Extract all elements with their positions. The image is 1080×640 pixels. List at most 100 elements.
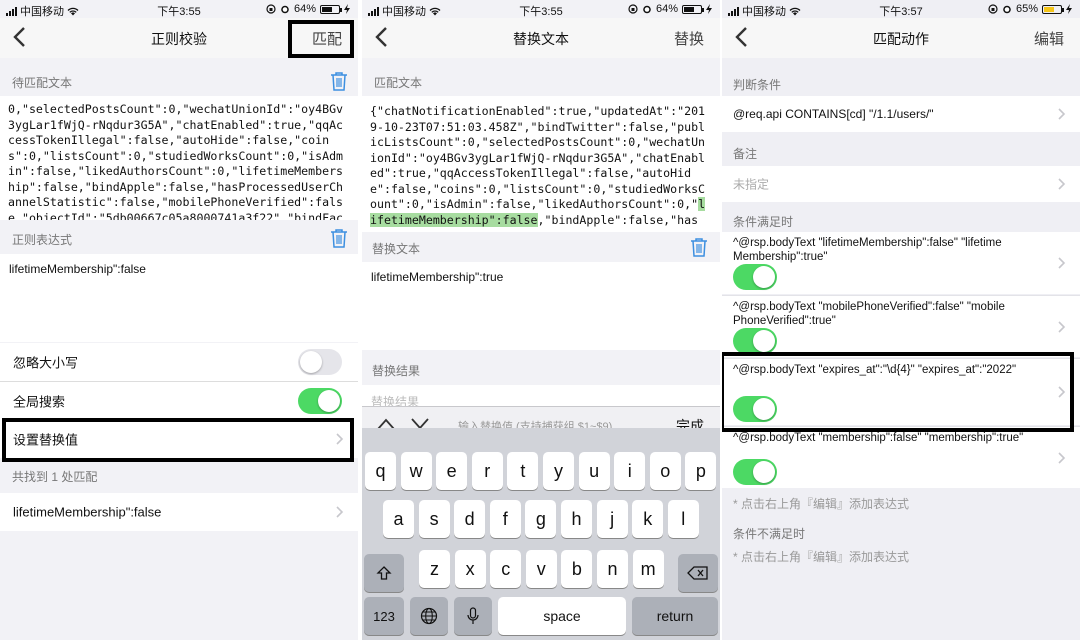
lock-rotation-icon [988,4,998,14]
rule-row[interactable]: ^@rsp.bodyText "mobilePhoneVerified":fal… [722,295,1080,357]
key-b[interactable]: b [561,550,593,588]
condition-value: @req.api CONTAINS[cd] "/1.1/users/" [733,107,934,121]
globe-icon [420,607,438,625]
shift-key[interactable] [364,554,404,592]
key-v[interactable]: v [525,550,557,588]
chevron-right-icon [1058,257,1066,269]
key-r[interactable]: r [471,452,503,490]
key-f[interactable]: f [489,500,521,538]
key-h[interactable]: h [561,500,592,538]
highlight-frame [722,352,1074,432]
key-s[interactable]: s [418,500,450,538]
rule-toggle[interactable] [733,264,777,290]
ignore-case-label: 忽略大小写 [13,355,79,371]
lock-rotation-icon [266,4,276,14]
charging-icon [1066,4,1072,14]
key-w[interactable]: w [400,452,432,490]
note-value: 未指定 [733,177,770,192]
return-key[interactable]: return [632,597,718,635]
key-x[interactable]: x [454,550,486,588]
delete-key[interactable] [678,554,718,592]
page-title: 替换文本 [513,31,569,47]
key-g[interactable]: g [525,500,557,538]
key-m[interactable]: m [632,550,664,588]
key-u[interactable]: u [578,452,610,490]
trash-icon[interactable] [690,237,708,257]
key-t[interactable]: t [507,452,539,490]
key-e[interactable]: e [436,452,468,490]
charging-icon [706,4,712,14]
match-result-text: lifetimeMembership":false [13,504,162,520]
match-result-row[interactable]: lifetimeMembership":false [0,493,358,531]
lock-rotation-icon [628,4,638,14]
key-d[interactable]: d [454,500,486,538]
key-j[interactable]: j [596,500,628,538]
section-label-replace: 替换文本 [372,242,421,256]
charging-icon [344,4,350,14]
rule-expression: ^@rsp.bodyText "membership":false" "memb… [733,432,1024,444]
key-p[interactable]: p [685,452,717,490]
key-a[interactable]: a [383,500,414,538]
global-search-toggle[interactable] [298,388,342,414]
rule-expression: ^@rsp.bodyText "lifetimeMembership":fals… [733,237,1002,263]
replace-input[interactable]: lifetimeMembership":true [362,262,720,350]
alarm-icon [643,5,651,14]
text-after: ,"bindApple":false,"has [537,212,699,227]
section-label-unsatisfied: 条件不满足时 [733,527,806,541]
matched-text[interactable]: {"chatNotificationEnabled":true,"updated… [362,96,720,232]
replace-text-screen: 中国移动 下午3:55 64% 替换文本 替换 匹配文本 {"chatNotif… [362,0,720,640]
key-y[interactable]: y [543,452,574,490]
chevron-right-icon [1058,108,1066,120]
edit-button[interactable]: 编辑 [1034,28,1064,49]
text-to-match[interactable]: 0,"selectedPostsCount":0,"wechatUnionId"… [0,96,358,220]
numbers-key[interactable]: 123 [364,597,404,635]
ignore-case-toggle[interactable] [298,349,342,375]
match-action-screen: 中国移动 下午3:57 65% 匹配动作 编辑 判断条件 @req.api CO… [722,0,1080,640]
status-bar: 中国移动 下午3:55 64% [362,0,720,18]
ignore-case-row: 忽略大小写 [0,343,358,382]
highlight-frame [288,20,354,58]
globe-key[interactable] [410,597,448,635]
highlight-frame [2,418,354,462]
text-before: {"chatNotificationEnabled":true,"updated… [370,104,706,211]
key-q[interactable]: q [365,452,396,490]
alarm-icon [1003,5,1011,14]
key-z[interactable]: z [419,550,450,588]
key-l[interactable]: l [667,500,699,538]
chevron-right-icon [336,506,344,518]
match-count-label: 共找到 1 处匹配 [12,470,98,484]
condition-row[interactable]: @req.api CONTAINS[cd] "/1.1/users/" [722,96,1080,132]
mic-key[interactable] [454,597,492,635]
regex-input[interactable]: lifetimeMembership":false [0,254,358,342]
chevron-right-icon [1058,178,1066,190]
section-label-match-text: 匹配文本 [374,76,423,90]
section-label-condition: 判断条件 [733,78,782,92]
global-search-row: 全局搜索 [0,382,358,420]
microphone-icon [467,607,479,624]
key-k[interactable]: k [632,500,664,538]
regex-check-screen: 中国移动 下午3:55 64% 正则校验 匹配 待匹配文本 0,"selecte… [0,0,358,640]
replace-button[interactable]: 替换 [674,28,704,49]
global-search-label: 全局搜索 [13,394,66,410]
key-o[interactable]: o [649,452,681,490]
rule-row[interactable]: ^@rsp.bodyText "membership":false" "memb… [722,426,1080,488]
battery-percent: 65% [1015,3,1038,15]
rule-row[interactable]: ^@rsp.bodyText "lifetimeMembership":fals… [722,232,1080,294]
note-row[interactable]: 未指定 [722,166,1080,202]
keyboard: qwertyuiop asdfghjkl zxcvbnm 123 space r… [362,428,720,640]
key-c[interactable]: c [490,550,522,588]
battery-icon [320,4,342,14]
battery-percent: 64% [655,3,678,15]
section-label-text: 待匹配文本 [12,76,73,90]
chevron-right-icon [1058,320,1066,333]
rule-toggle[interactable] [733,328,777,354]
space-key[interactable]: space [498,597,626,635]
key-i[interactable]: i [614,452,646,490]
trash-icon[interactable] [330,228,348,248]
page-title: 匹配动作 [873,31,929,47]
battery-icon [1042,4,1064,14]
shift-icon [376,566,392,580]
key-n[interactable]: n [597,550,628,588]
trash-icon[interactable] [330,71,348,91]
rule-toggle[interactable] [733,459,777,485]
